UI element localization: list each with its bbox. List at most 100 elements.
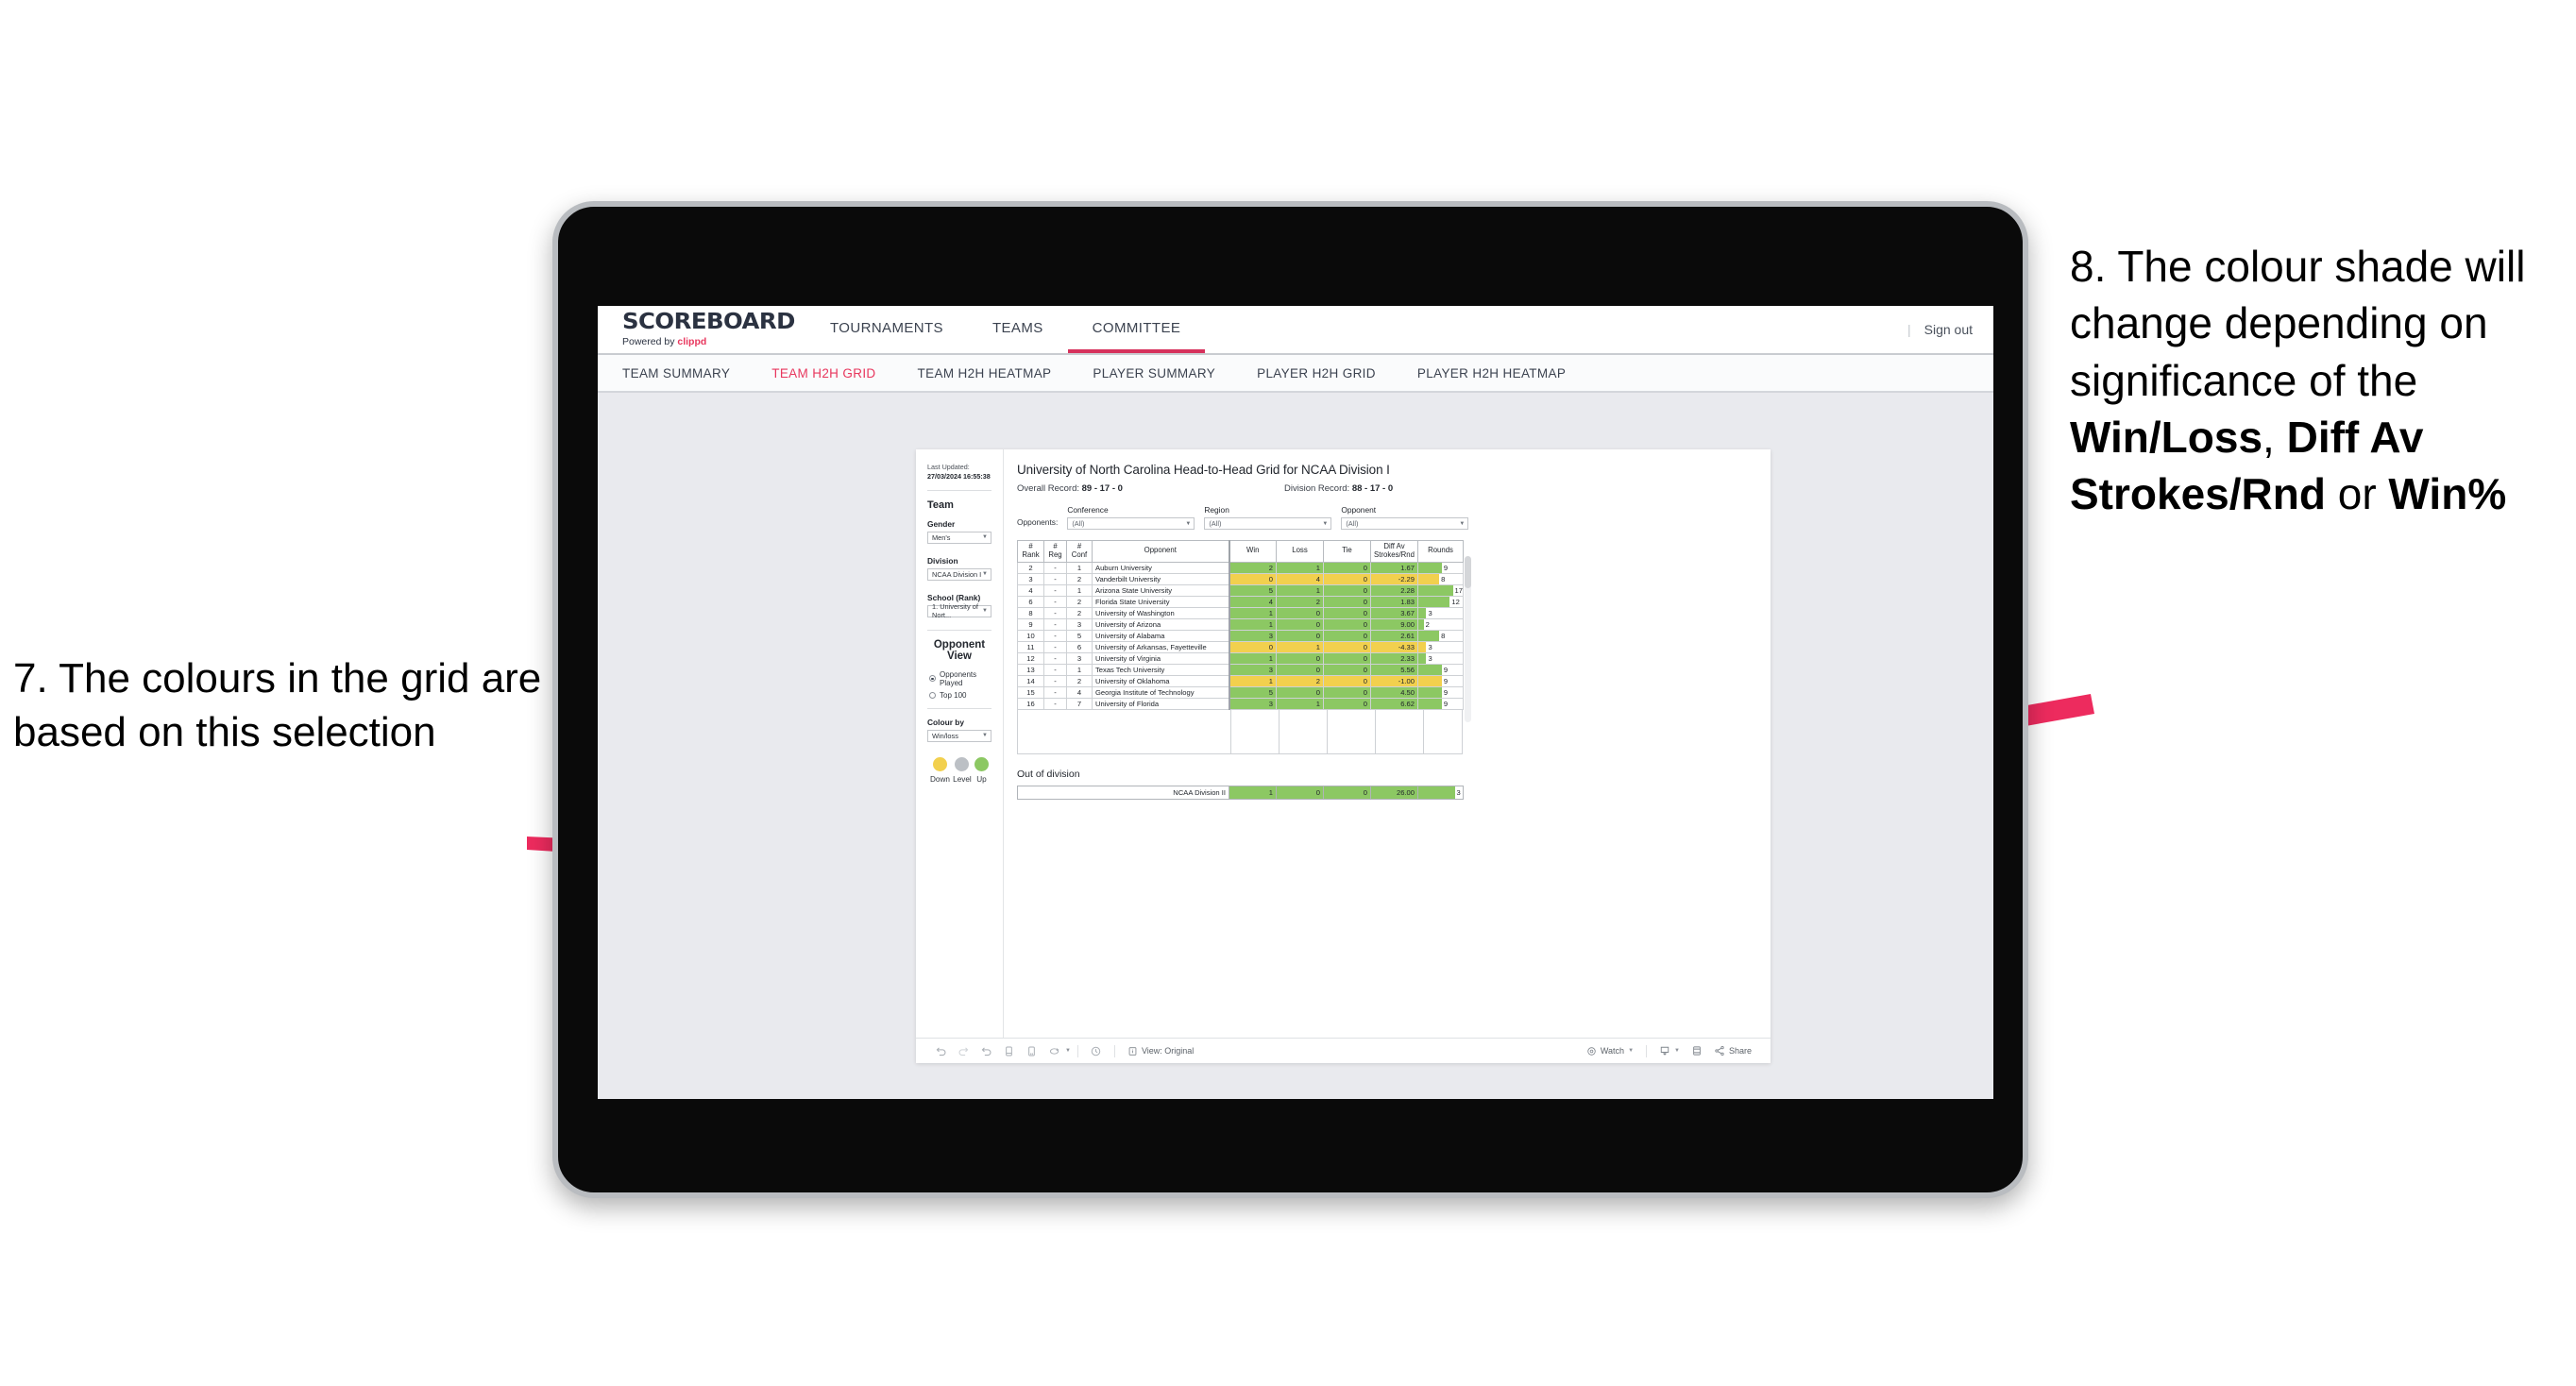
col-header-rank[interactable]: # Rank [1017, 540, 1044, 563]
table-row[interactable]: 9-3 University of Arizona 1 0 0 9.00 2 [1017, 618, 1464, 631]
sign-out-link[interactable]: Sign out [1924, 322, 1973, 337]
scoreboard-logo[interactable]: SCOREBOARD Powered by clippd [598, 306, 795, 353]
cell-win: 3 [1228, 698, 1277, 710]
logo-wordmark: SCOREBOARD [622, 310, 795, 334]
cell-win: 0 [1228, 573, 1277, 585]
conference-filter-select[interactable]: (All) ▼ [1067, 517, 1195, 530]
out-of-division-title: Out of division [1017, 768, 1080, 780]
opponent-filter-value: (All) [1346, 519, 1359, 528]
cell-tie: 0 [1323, 675, 1371, 687]
undo-icon[interactable] [929, 1045, 952, 1057]
table-row[interactable]: 2-1 Auburn University 2 1 0 1.67 9 [1017, 562, 1464, 574]
col-header-loss[interactable]: Loss [1276, 540, 1324, 563]
cell-tie: 0 [1323, 607, 1371, 619]
annotation-8-text: 8. The colour shade will change dependin… [2070, 238, 2576, 522]
cell-win: 1 [1228, 607, 1277, 619]
cell-rounds: 2 [1417, 618, 1464, 631]
view-original-label: View: Original [1141, 1046, 1195, 1056]
colour-by-label: Colour by [927, 717, 965, 727]
last-updated: Last Updated: 27/03/2024 16:55:38 [927, 463, 991, 482]
annotation-8-sep2: or [2325, 469, 2389, 518]
share-button[interactable]: Share [1708, 1045, 1757, 1056]
col-header-opponent[interactable]: Opponent [1092, 540, 1229, 563]
cell-loss: 2 [1276, 675, 1324, 687]
nav-committee[interactable]: COMMITTEE [1067, 306, 1206, 353]
header-right-area: | Sign out [1907, 306, 1993, 353]
table-row[interactable]: 10-5 University of Alabama 3 0 0 2.61 8 [1017, 630, 1464, 642]
colour-by-select[interactable]: Win/loss ▼ [927, 729, 991, 742]
legend-level-label: Level [953, 774, 972, 784]
cell-loss: 1 [1276, 641, 1324, 653]
table-row[interactable]: 15-4 Georgia Institute of Technology 5 0 0 4.… [1017, 686, 1464, 699]
cell-diff: 2.28 [1370, 584, 1418, 597]
nav-tournaments[interactable]: TOURNAMENTS [805, 306, 968, 353]
table-row[interactable]: 13-1 Texas Tech University 3 0 0 5.56 9 [1017, 664, 1464, 676]
table-row[interactable]: 14-2 University of Oklahoma 1 2 0 -1.00 9 [1017, 675, 1464, 687]
region-filter-select[interactable]: (All) ▼ [1204, 517, 1332, 530]
cell-rounds: 3 [1417, 607, 1464, 619]
col-header-conf[interactable]: # Conf [1066, 540, 1093, 563]
colour-by-value: Win/loss [932, 731, 958, 740]
cell-conf: 2 [1066, 573, 1093, 585]
cell-loss: 4 [1276, 573, 1324, 585]
redo-icon[interactable] [952, 1045, 974, 1057]
opponent-filter-select[interactable]: (All) ▼ [1341, 517, 1469, 530]
revert-icon[interactable] [974, 1045, 997, 1057]
chevron-down-icon: ▼ [1459, 520, 1466, 527]
col-header-win[interactable]: Win [1228, 540, 1277, 563]
clock-icon[interactable] [1085, 1045, 1108, 1057]
subnav-player-h2h-grid[interactable]: PLAYER H2H GRID [1236, 366, 1397, 380]
col-header-tie[interactable]: Tie [1323, 540, 1371, 563]
col-header-diff[interactable]: Diff Av Strokes/Rnd [1370, 540, 1418, 563]
table-row[interactable]: 11-6 University of Arkansas, Fayetteville… [1017, 641, 1464, 653]
subnav-team-summary[interactable]: TEAM SUMMARY [622, 366, 751, 380]
fullscreen-icon[interactable] [1686, 1045, 1708, 1056]
subnav-team-h2h-grid[interactable]: TEAM H2H GRID [751, 366, 896, 380]
school-rank-select[interactable]: 1. University of Nort... ▼ [927, 602, 991, 619]
table-row[interactable]: 12-3 University of Virginia 1 0 0 2.33 3 [1017, 652, 1464, 665]
cell-tie: 0 [1323, 562, 1371, 574]
view-original-button[interactable]: View: Original [1122, 1046, 1199, 1056]
table-row[interactable]: 8-2 University of Washington 1 0 0 3.67 3 [1017, 607, 1464, 619]
watch-button[interactable]: Watch ▼ [1581, 1046, 1639, 1056]
tablet-screen: SCOREBOARD Powered by clippd TOURNAMENTS… [598, 306, 1993, 1099]
radio-top-100[interactable]: Top 100 [929, 691, 991, 700]
subnav-team-h2h-heatmap[interactable]: TEAM H2H HEATMAP [897, 366, 1073, 380]
gender-select[interactable]: Men's ▼ [927, 531, 991, 544]
cell-win: 3 [1228, 630, 1277, 642]
table-row[interactable]: 3-2 Vanderbilt University 0 4 0 -2.29 8 [1017, 573, 1464, 585]
download-button[interactable]: ▼ [1653, 1045, 1686, 1056]
cell-diff: -1.00 [1370, 675, 1418, 687]
loop-icon[interactable] [1042, 1045, 1065, 1057]
cell-rank: 14 [1017, 675, 1044, 687]
cell-conf: 2 [1066, 675, 1093, 687]
table-row[interactable]: 16-7 University of Florida 3 1 0 6.62 9 [1017, 698, 1464, 710]
records-row: Overall Record: 89 - 17 - 0 Division Rec… [1017, 483, 1755, 494]
chevron-down-icon: ▼ [1185, 520, 1192, 527]
chevron-down-icon[interactable]: ▼ [1065, 1048, 1071, 1054]
scrollbar-thumb[interactable] [1465, 556, 1471, 588]
pause-icon[interactable] [1020, 1045, 1042, 1057]
conference-filter: Conference (All) ▼ [1067, 505, 1195, 530]
conference-filter-label: Conference [1067, 505, 1109, 515]
cell-loss: 0 [1276, 652, 1324, 665]
col-header-reg[interactable]: # Reg [1043, 540, 1067, 563]
cell-reg: - [1043, 562, 1067, 574]
table-row[interactable]: 6-2 Florida State University 4 2 0 1.83 12 [1017, 596, 1464, 608]
ood-win: 1 [1229, 785, 1277, 800]
grid-vertical-scrollbar[interactable] [1465, 556, 1471, 722]
col-header-rounds[interactable]: Rounds [1417, 540, 1464, 563]
cell-rounds: 9 [1417, 562, 1464, 574]
cell-diff: 5.56 [1370, 664, 1418, 676]
grid-empty-space [1017, 709, 1463, 754]
radio-opponents-played[interactable]: Opponents Played [929, 670, 991, 687]
table-row[interactable]: 4-1 Arizona State University 5 1 0 2.28 17 [1017, 584, 1464, 597]
cell-tie: 0 [1323, 618, 1371, 631]
nav-teams[interactable]: TEAMS [968, 306, 1068, 353]
ood-diff: 26.00 [1370, 785, 1418, 800]
subnav-player-h2h-heatmap[interactable]: PLAYER H2H HEATMAP [1397, 366, 1586, 380]
subnav-player-summary[interactable]: PLAYER SUMMARY [1072, 366, 1236, 380]
division-select[interactable]: NCAA Division I ▼ [927, 567, 991, 581]
radio-top-100-label: Top 100 [940, 690, 967, 700]
refresh-icon[interactable] [997, 1045, 1020, 1057]
